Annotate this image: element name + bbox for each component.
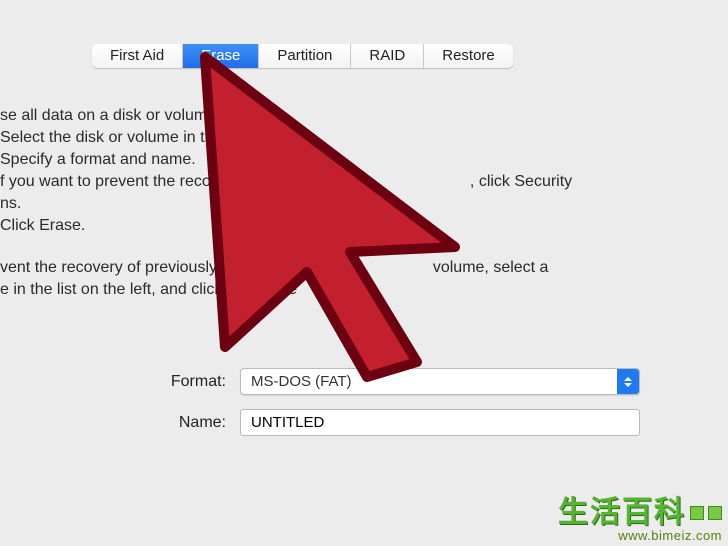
watermark: 生活百科 www.bimeiz.com (558, 496, 722, 543)
instruction-line: Select the disk or volume in the li (0, 127, 640, 149)
tab-restore[interactable]: Restore (424, 44, 513, 68)
erase-instructions: se all data on a disk or volume: Select … (0, 105, 640, 301)
tab-partition[interactable]: Partition (259, 44, 351, 68)
tab-erase[interactable]: Erase (183, 44, 259, 68)
name-label: Name: (0, 414, 240, 432)
instruction-line: Specify a format and name. (0, 149, 640, 171)
instruction-line: ns. (0, 193, 640, 215)
watermark-url: www.bimeiz.com (558, 529, 722, 543)
tab-first-aid[interactable]: First Aid (92, 44, 183, 68)
format-select-value: MS-DOS (FAT) (251, 373, 352, 390)
format-label: Format: (0, 373, 240, 391)
instruction-line: e in the list on the left, and click Era… (0, 279, 640, 301)
name-input[interactable] (240, 409, 640, 436)
instruction-line: se all data on a disk or volume: (0, 105, 640, 127)
instruction-line: f you want to prevent the recovery , cli… (0, 171, 640, 193)
tab-bar: First Aid Erase Partition RAID Restore (92, 44, 513, 68)
instruction-line: Click Erase. (0, 215, 640, 237)
instruction-line: vent the recovery of previously deleted … (0, 257, 640, 279)
chevron-up-down-icon (617, 369, 639, 394)
erase-form: Format: MS-DOS (FAT) Name: (0, 368, 728, 450)
format-select[interactable]: MS-DOS (FAT) (240, 368, 640, 395)
watermark-title: 生活百科 (558, 496, 686, 529)
tab-raid[interactable]: RAID (351, 44, 424, 68)
